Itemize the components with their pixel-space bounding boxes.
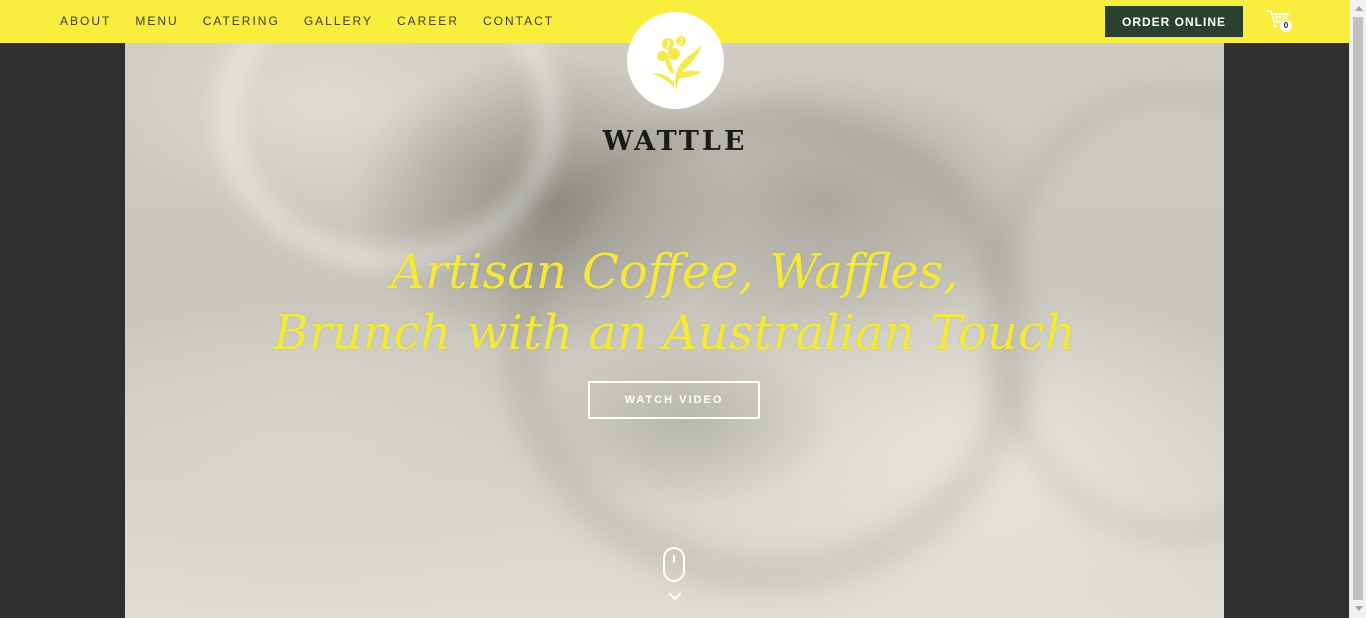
nav-item-catering[interactable]: CATERING xyxy=(203,0,280,43)
nav-item-menu[interactable]: MENU xyxy=(135,0,178,43)
mouse-icon xyxy=(663,547,685,582)
headline-line-2: Brunch with an Australian Touch xyxy=(273,305,1076,361)
scrollbar-thumb[interactable] xyxy=(1353,17,1363,600)
hero-texture xyxy=(215,43,563,271)
watch-video-button[interactable]: WATCH VIDEO xyxy=(588,381,760,419)
nav-item-career[interactable]: CAREER xyxy=(397,0,459,43)
chevron-down-icon[interactable] xyxy=(667,590,683,602)
scrollbar[interactable] xyxy=(1349,0,1366,618)
main-nav: ABOUT MENU CATERING GALLERY CAREER CONTA… xyxy=(60,0,578,43)
page: ABOUT MENU CATERING GALLERY CAREER CONTA… xyxy=(0,0,1366,618)
hero-headline: Artisan Coffee, Waffles, Brunch with an … xyxy=(125,242,1224,364)
headline-line-1: Artisan Coffee, Waffles, xyxy=(390,244,959,300)
nav-item-contact[interactable]: CONTACT xyxy=(483,0,554,43)
brand-name: WATTLE xyxy=(602,126,748,157)
scroll-down-arrow-icon[interactable] xyxy=(1355,606,1363,611)
cart-button[interactable]: 0 xyxy=(1266,9,1296,33)
order-online-button[interactable]: ORDER ONLINE xyxy=(1105,6,1243,37)
nav-item-gallery[interactable]: GALLERY xyxy=(304,0,373,43)
nav-item-about[interactable]: ABOUT xyxy=(60,0,111,43)
scroll-up-arrow-icon[interactable] xyxy=(1355,6,1363,11)
cart-count-badge: 0 xyxy=(1280,20,1292,32)
wattle-flower-icon xyxy=(651,35,702,90)
logo[interactable] xyxy=(627,12,724,109)
